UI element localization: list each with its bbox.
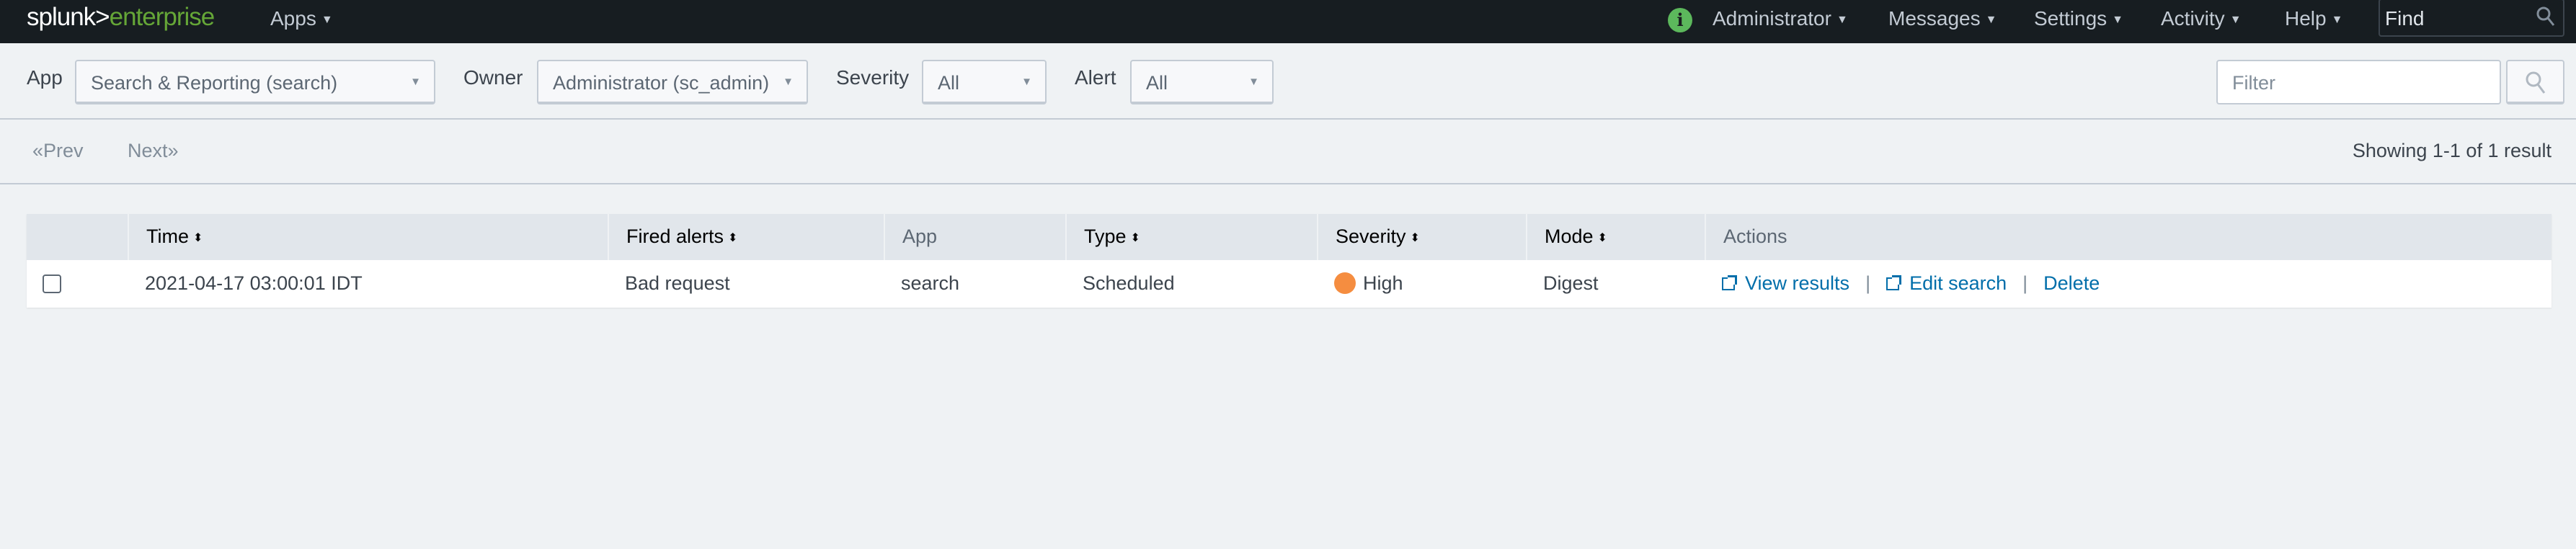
settings-menu[interactable]: Settings ▼ — [2034, 7, 2123, 30]
edit-search-link[interactable]: Edit search — [1886, 272, 2007, 294]
caret-down-icon: ▼ — [2229, 14, 2242, 26]
filter-placeholder: Filter — [2232, 72, 2275, 94]
severity-label: High — [1363, 272, 1403, 294]
owner-select-value: Administrator (sc_admin) — [553, 72, 770, 94]
messages-menu[interactable]: Messages ▼ — [1888, 7, 1997, 30]
caret-down-icon: ▼ — [321, 14, 333, 26]
view-results-label: View results — [1745, 272, 1850, 294]
next-page-link[interactable]: Next» — [128, 140, 179, 162]
owner-select[interactable]: Administrator (sc_admin) ▼ — [537, 60, 808, 104]
sort-icon: ⬍ — [1597, 232, 1607, 244]
edit-search-label: Edit search — [1909, 272, 2007, 294]
header-mode[interactable]: Mode ⬍ — [1526, 214, 1705, 260]
filter-search-button[interactable] — [2506, 60, 2564, 104]
apps-label: Apps — [270, 7, 316, 30]
activity-menu[interactable]: Activity ▼ — [2161, 7, 2242, 30]
caret-down-icon: ▼ — [1985, 14, 1997, 26]
cell-time: 2021-04-17 03:00:01 IDT — [145, 272, 363, 294]
help-label: Help — [2285, 7, 2327, 30]
cell-app: search — [901, 272, 960, 294]
filter-input[interactable]: Filter — [2216, 60, 2501, 104]
splunk-logo[interactable]: splunk>enterprise — [27, 3, 216, 32]
messages-label: Messages — [1888, 7, 1981, 30]
alert-select[interactable]: All ▼ — [1130, 60, 1274, 104]
cell-actions: View results | Edit search | Delete — [1705, 260, 2117, 308]
caret-down-icon: ▼ — [2331, 14, 2343, 26]
header-time[interactable]: Time ⬍ — [128, 214, 608, 260]
find-placeholder: Find — [2385, 7, 2425, 30]
caret-down-icon: ▼ — [410, 76, 421, 88]
caret-down-icon: ▼ — [1248, 76, 1259, 88]
activity-label: Activity — [2161, 7, 2225, 30]
settings-label: Settings — [2034, 7, 2108, 30]
logo-text-enterprise: enterprise — [109, 3, 216, 31]
sort-icon: ⬍ — [1410, 232, 1420, 244]
caret-down-icon: ▼ — [783, 76, 794, 88]
find-input[interactable]: Find — [2379, 0, 2564, 37]
header-label: Actions — [1723, 226, 1787, 247]
external-link-icon — [1886, 275, 1902, 290]
divider: | — [1865, 272, 1871, 294]
header-label: Fired alerts — [626, 226, 724, 247]
app-select-value: Search & Reporting (search) — [91, 72, 338, 94]
severity-high-icon — [1334, 272, 1356, 294]
caret-down-icon: ▼ — [1836, 14, 1848, 26]
sort-icon: ⬍ — [1130, 232, 1140, 244]
pagination-bar: «Prev Next» Showing 1-1 of 1 result — [0, 120, 2576, 184]
header-label: Type — [1084, 226, 1127, 247]
header-select — [27, 214, 128, 260]
severity-select[interactable]: All ▼ — [922, 60, 1047, 104]
alert-select-value: All — [1146, 72, 1168, 94]
sort-icon: ⬍ — [728, 232, 738, 244]
severity-select-value: All — [938, 72, 960, 94]
row-checkbox[interactable] — [43, 274, 61, 293]
divider: | — [2022, 272, 2028, 294]
help-menu[interactable]: Help ▼ — [2285, 7, 2342, 30]
app-label: App — [27, 66, 63, 89]
caret-down-icon: ▼ — [1021, 76, 1032, 88]
header-label: App — [902, 226, 938, 247]
header-severity[interactable]: Severity ⬍ — [1317, 214, 1526, 260]
top-nav-bar: splunk>enterprise Apps ▼ i Administrator ▼… — [0, 0, 2576, 43]
cell-severity: High — [1317, 260, 1421, 308]
app-select[interactable]: Search & Reporting (search) ▼ — [75, 60, 435, 104]
owner-label: Owner — [463, 66, 523, 89]
caret-down-icon: ▼ — [2112, 14, 2124, 26]
user-menu[interactable]: Administrator ▼ — [1713, 7, 1848, 30]
search-icon — [2526, 71, 2546, 94]
header-app: App — [884, 214, 1065, 260]
header-type[interactable]: Type ⬍ — [1065, 214, 1317, 260]
delete-link[interactable]: Delete — [2043, 272, 2100, 294]
header-actions: Actions — [1705, 214, 2551, 260]
logo-text: splunk> — [27, 3, 110, 31]
results-count: Showing 1-1 of 1 result — [2352, 140, 2551, 161]
filter-bar: App Search & Reporting (search) ▼ Owner A… — [0, 43, 2576, 120]
user-label: Administrator — [1713, 7, 1831, 30]
header-label: Severity — [1336, 226, 1406, 247]
alert-label: Alert — [1075, 66, 1116, 89]
severity-label: Severity — [836, 66, 910, 89]
info-icon[interactable]: i — [1668, 8, 1692, 32]
cell-type: Scheduled — [1083, 272, 1175, 294]
header-label: Time — [146, 226, 189, 247]
header-label: Mode — [1545, 226, 1594, 247]
prev-page-link[interactable]: «Prev — [32, 140, 84, 162]
external-link-icon — [1722, 275, 1737, 290]
cell-mode: Digest — [1543, 272, 1599, 294]
fired-alerts-table: Time ⬍ Fired alerts ⬍ App Type ⬍ Severity ⬍ … — [27, 214, 2551, 308]
apps-menu[interactable]: Apps ▼ — [270, 7, 333, 30]
search-icon — [2536, 6, 2555, 26]
sort-icon: ⬍ — [193, 232, 203, 244]
view-results-link[interactable]: View results — [1722, 272, 1849, 294]
cell-fired-alert: Bad request — [625, 272, 730, 294]
header-fired-alerts[interactable]: Fired alerts ⬍ — [608, 214, 884, 260]
